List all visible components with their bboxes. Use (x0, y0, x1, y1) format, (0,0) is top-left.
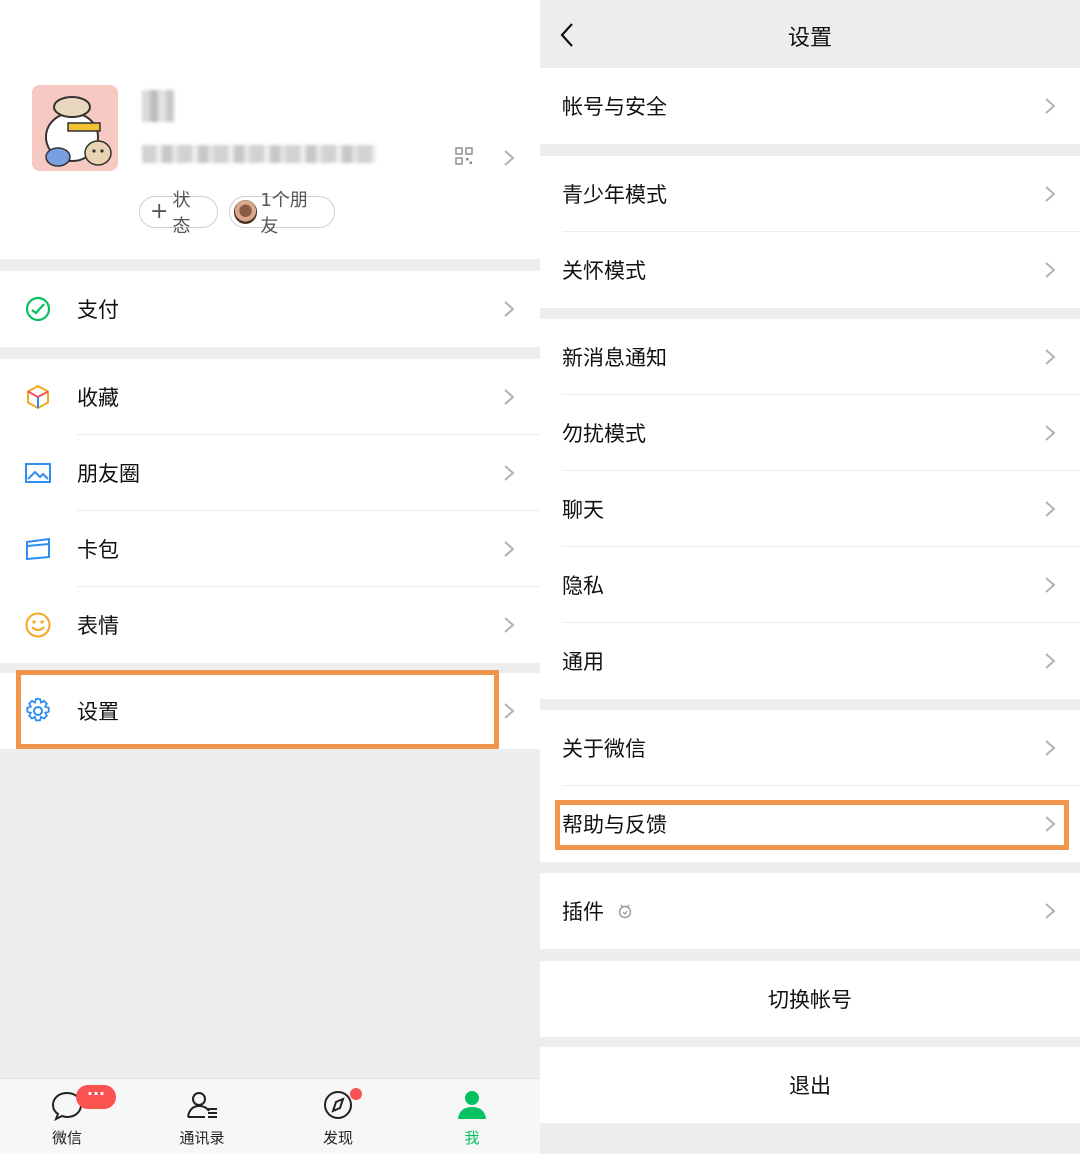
chevron-right-icon (504, 617, 515, 633)
chevron-right-icon (1045, 98, 1056, 114)
settings-item-label: 关怀模式 (562, 259, 646, 283)
menu-item-moments[interactable]: 朋友圈 (0, 435, 540, 511)
unread-badge: ··· (76, 1085, 116, 1109)
features-group: 收藏 朋友圈 卡包 表情 (0, 359, 540, 663)
logout-label: 退出 (789, 1074, 831, 1098)
menu-item-stickers[interactable]: 表情 (0, 587, 540, 663)
qr-code-icon[interactable] (455, 147, 473, 165)
menu-item-label: 表情 (77, 614, 119, 638)
chevron-right-icon (1045, 903, 1056, 919)
chevron-right-icon (1045, 262, 1056, 278)
settings-item-label: 隐私 (562, 574, 604, 598)
tab-me[interactable]: 我 (422, 1079, 522, 1154)
card-wallet-icon (26, 537, 50, 561)
friend-avatar-icon (234, 200, 258, 224)
plus-icon: + (150, 199, 169, 224)
settings-item-general[interactable]: 通用 (540, 623, 1080, 699)
settings-item-label: 插件 (562, 900, 604, 924)
avatar[interactable] (32, 85, 118, 171)
settings-item-label: 关于微信 (562, 737, 646, 761)
settings-item-label: 帐号与安全 (562, 95, 667, 119)
settings-item-label: 勿扰模式 (562, 422, 646, 446)
settings-item-label-wrap: 插件 (562, 896, 634, 926)
chevron-right-icon (504, 301, 515, 317)
tab-label: 我 (464, 1129, 480, 1147)
settings-item-do-not-disturb[interactable]: 勿扰模式 (540, 395, 1080, 471)
sticker-icon (25, 612, 51, 638)
friends-chip-label: 1个朋友 (260, 190, 308, 237)
friends-chip[interactable]: 1个朋友 (229, 190, 335, 237)
wechat-id-blurred (142, 145, 376, 163)
avatar-illustration-icon (32, 85, 118, 171)
chevron-right-icon (1045, 186, 1056, 202)
chevron-right-icon (504, 541, 515, 557)
pay-group: 支付 (0, 271, 540, 347)
menu-item-label: 卡包 (77, 538, 119, 562)
settings-item-privacy[interactable]: 隐私 (540, 547, 1080, 623)
settings-item-account-security[interactable]: 帐号与安全 (540, 68, 1080, 144)
switch-account-button[interactable]: 切换帐号 (540, 961, 1080, 1037)
tab-label: 通讯录 (179, 1129, 225, 1147)
tab-label: 发现 (322, 1129, 353, 1147)
chevron-right-icon (1045, 501, 1056, 517)
settings-item-care-mode[interactable]: 关怀模式 (540, 232, 1080, 308)
chevron-right-icon (504, 465, 515, 481)
status-chip[interactable]: + 状态 (139, 190, 218, 237)
settings-page: 设置 帐号与安全 青少年模式 关怀模式 新消息通知 勿扰模式 聊天 隐私 通用 … (540, 0, 1080, 1154)
tab-contacts[interactable]: 通讯录 (152, 1079, 252, 1154)
pay-icon (25, 296, 51, 322)
switch-account-label: 切换帐号 (768, 988, 852, 1012)
menu-item-card-wallet[interactable]: 卡包 (0, 511, 540, 587)
plugin-badge-icon (618, 904, 632, 919)
logout-group: 退出 (540, 1047, 1080, 1123)
nav-bar: 设置 (540, 0, 1080, 68)
profile-card[interactable]: + 状态 1个朋友 (0, 0, 540, 259)
new-content-dot (350, 1088, 362, 1100)
settings-group-plugins: 插件 (540, 873, 1080, 949)
settings-item-teen-mode[interactable]: 青少年模式 (540, 156, 1080, 232)
chevron-right-icon (1045, 740, 1056, 756)
favorites-icon (27, 384, 49, 410)
menu-item-favorites[interactable]: 收藏 (0, 359, 540, 435)
settings-item-chat[interactable]: 聊天 (540, 471, 1080, 547)
tab-discover[interactable]: 发现 (288, 1079, 388, 1154)
menu-item-label: 支付 (77, 298, 119, 322)
chevron-right-icon (504, 389, 515, 405)
moments-icon (25, 463, 51, 483)
switch-account-group: 切换帐号 (540, 961, 1080, 1037)
settings-item-label: 通用 (562, 650, 604, 674)
menu-item-label: 朋友圈 (77, 462, 140, 486)
settings-item-label: 青少年模式 (562, 183, 667, 207)
chevron-right-icon (1045, 577, 1056, 593)
menu-item-pay[interactable]: 支付 (0, 271, 540, 347)
settings-item-plugins[interactable]: 插件 (540, 873, 1080, 949)
highlight-box-settings (16, 670, 499, 749)
page-title: 设置 (787, 26, 832, 51)
status-chip-label: 状态 (172, 190, 191, 237)
menu-item-label: 收藏 (77, 386, 119, 410)
settings-group-modes: 青少年模式 关怀模式 (540, 156, 1080, 308)
chevron-right-icon (1045, 425, 1056, 441)
bottom-tab-bar: 微信 ··· 通讯录 发现 我 (0, 1078, 540, 1154)
nickname-blurred (142, 90, 174, 122)
logout-button[interactable]: 退出 (540, 1047, 1080, 1123)
chevron-right-icon (504, 703, 515, 719)
tab-label: 微信 (51, 1129, 82, 1147)
highlight-box-help-feedback (555, 800, 1069, 850)
contacts-icon (187, 1092, 217, 1118)
settings-group-account: 帐号与安全 (540, 68, 1080, 144)
person-icon (458, 1091, 486, 1119)
settings-item-about[interactable]: 关于微信 (540, 710, 1080, 786)
chevron-right-icon (1045, 349, 1056, 365)
me-page: + 状态 1个朋友 支付 收藏 朋友圈 卡包 表情 设置 微信 ··· 通讯录 … (0, 0, 540, 1154)
chevron-right-icon (1045, 653, 1056, 669)
chevron-right-icon (504, 150, 515, 166)
settings-item-notifications[interactable]: 新消息通知 (540, 319, 1080, 395)
settings-item-label: 聊天 (562, 498, 604, 522)
settings-item-label: 新消息通知 (562, 346, 667, 370)
settings-group-general: 新消息通知 勿扰模式 聊天 隐私 通用 (540, 319, 1080, 699)
